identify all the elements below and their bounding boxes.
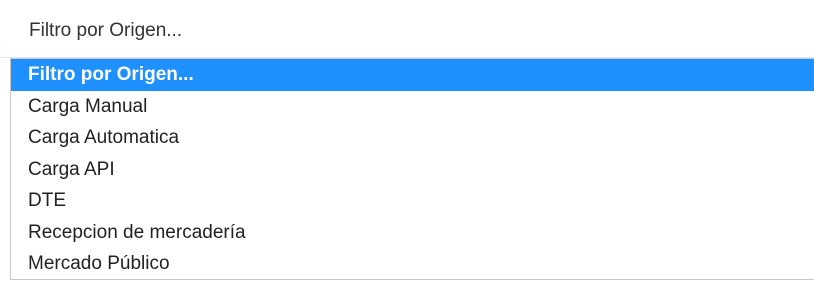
origin-filter-dropdown-list: Filtro por Origen... Carga Manual Carga … [10, 58, 814, 280]
option-mercado-publico[interactable]: Mercado Público [11, 248, 814, 280]
option-filtro-por-origen[interactable]: Filtro por Origen... [11, 59, 814, 91]
option-dte[interactable]: DTE [11, 185, 814, 217]
option-carga-manual[interactable]: Carga Manual [11, 91, 814, 123]
origin-filter-select[interactable]: Filtro por Origen... [0, 0, 814, 58]
option-recepcion-de-mercaderia[interactable]: Recepcion de mercadería [11, 217, 814, 249]
option-carga-api[interactable]: Carga API [11, 154, 814, 186]
origin-filter-select-value: Filtro por Origen... [29, 20, 183, 41]
option-carga-automatica[interactable]: Carga Automatica [11, 122, 814, 154]
